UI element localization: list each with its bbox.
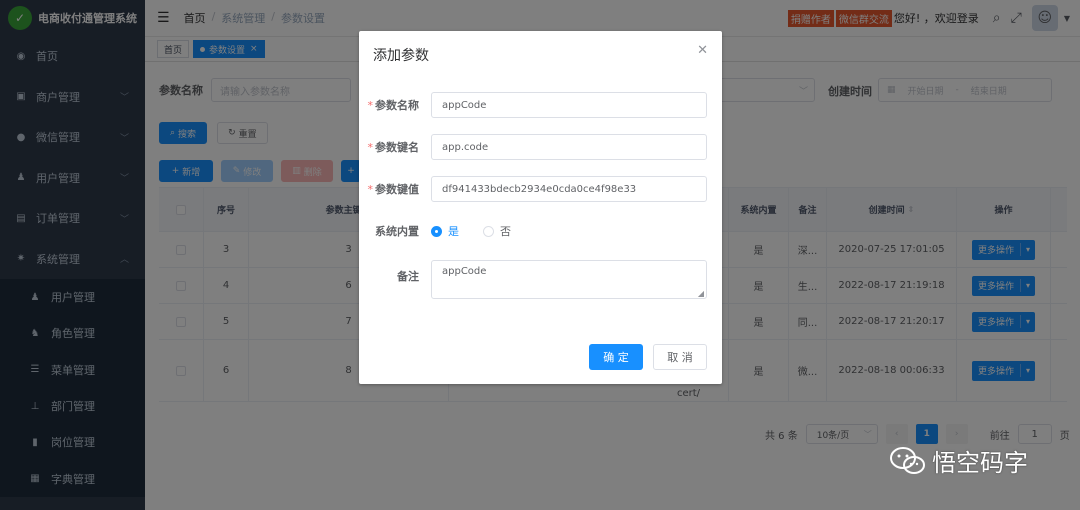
remark-label: 备注 [397, 270, 419, 283]
param-value-label: * 参数键值 [359, 181, 425, 197]
param-key-label: * 参数键名 [359, 139, 425, 155]
builtin-radio-group: 是 否 [431, 223, 535, 239]
radio-yes-label: 是 [448, 225, 459, 238]
watermark-text: 悟空码字 [932, 449, 1028, 477]
label-text: 参数键名 [375, 141, 419, 154]
wechat-icon [890, 446, 925, 474]
radio-yes[interactable]: 是 [431, 223, 459, 239]
builtin-label: 系统内置 [375, 225, 419, 238]
resize-handle-icon[interactable]: ◢ [698, 289, 704, 298]
close-icon[interactable]: ✕ [697, 43, 708, 58]
cancel-button[interactable]: 取 消 [653, 344, 707, 370]
dialog-title: 添加参数 [373, 48, 429, 64]
form-row-value: * 参数键值 df941433bdecb2934e0cda0ce4f98e33 [359, 176, 722, 202]
radio-checked-icon [431, 225, 442, 237]
required-mark: * [367, 99, 374, 112]
remark-value: appCode [442, 266, 487, 277]
confirm-button[interactable]: 确 定 [589, 344, 643, 370]
form-row-name: * 参数名称 appCode [359, 92, 722, 118]
form-row-builtin: 系统内置 是 否 [359, 223, 722, 239]
remark-textarea[interactable]: appCode ◢ [431, 260, 707, 299]
param-value-field[interactable]: df941433bdecb2934e0cda0ce4f98e33 [431, 176, 707, 202]
param-key-field[interactable]: app.code [431, 134, 707, 160]
radio-unchecked-icon [483, 225, 494, 237]
label-text: 参数键值 [375, 183, 419, 196]
required-mark: * [367, 141, 374, 154]
label-text: 参数名称 [375, 99, 419, 112]
param-name-field[interactable]: appCode [431, 92, 707, 118]
required-mark: * [367, 183, 374, 196]
watermark: 悟空码字 [890, 443, 1028, 478]
add-param-dialog: 添加参数 ✕ * 参数名称 appCode * 参数键名 app.code * 参数键… [359, 31, 722, 384]
param-name-label: * 参数名称 [359, 97, 425, 113]
radio-no[interactable]: 否 [483, 223, 511, 239]
form-row-remark: 备注 appCode ◢ [359, 260, 722, 299]
form-row-key: * 参数键名 app.code [359, 134, 722, 160]
radio-no-label: 否 [500, 225, 511, 238]
